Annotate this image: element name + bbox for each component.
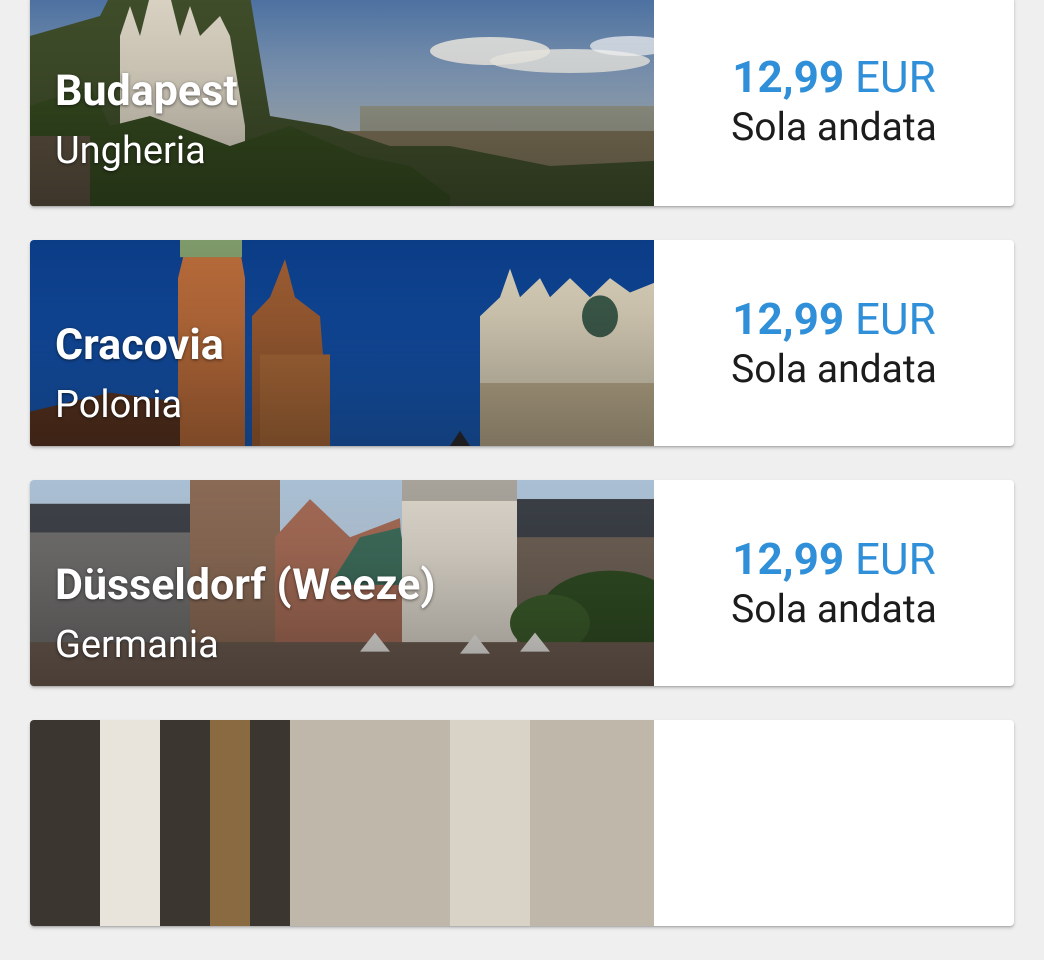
destination-photo-cracovia: Cracovia Polonia — [30, 240, 654, 446]
destination-photo-dusseldorf: Düsseldorf (Weeze) Germania — [30, 480, 654, 686]
price-box — [654, 720, 1014, 926]
destination-city: Budapest — [55, 66, 238, 116]
destination-country: Germania — [55, 623, 219, 667]
destination-country: Ungheria — [55, 129, 206, 173]
price-currency: EUR — [855, 293, 936, 346]
price-label: 12,99 EUR — [732, 53, 935, 101]
fare-type: Sola andata — [731, 103, 937, 150]
destination-card-budapest[interactable]: Budapest Ungheria 12,99 EUR Sola andata — [30, 0, 1014, 206]
price-label: 12,99 EUR — [732, 535, 935, 583]
fare-type: Sola andata — [731, 585, 937, 632]
destination-city: Düsseldorf (Weeze) — [55, 560, 436, 610]
price-label: 12,99 EUR — [732, 295, 935, 343]
price-box: 12,99 EUR Sola andata — [654, 480, 1014, 686]
price-amount: 12,99 — [732, 51, 845, 104]
price-amount: 12,99 — [732, 533, 845, 586]
destination-photo-budapest: Budapest Ungheria — [30, 0, 654, 206]
fare-type: Sola andata — [731, 345, 937, 392]
destination-country: Polonia — [55, 383, 183, 427]
destination-city: Cracovia — [55, 320, 224, 370]
destination-card-partial[interactable] — [30, 720, 1014, 926]
destination-card-cracovia[interactable]: Cracovia Polonia 12,99 EUR Sola andata — [30, 240, 1014, 446]
destination-card-dusseldorf[interactable]: Düsseldorf (Weeze) Germania 12,99 EUR So… — [30, 480, 1014, 686]
price-amount: 12,99 — [732, 293, 845, 346]
price-box: 12,99 EUR Sola andata — [654, 0, 1014, 206]
price-currency: EUR — [855, 533, 936, 586]
partial-photo-image — [30, 720, 654, 926]
destination-list: Budapest Ungheria 12,99 EUR Sola andata — [30, 0, 1014, 960]
price-currency: EUR — [855, 51, 936, 104]
price-box: 12,99 EUR Sola andata — [654, 240, 1014, 446]
destination-photo-partial — [30, 720, 654, 926]
